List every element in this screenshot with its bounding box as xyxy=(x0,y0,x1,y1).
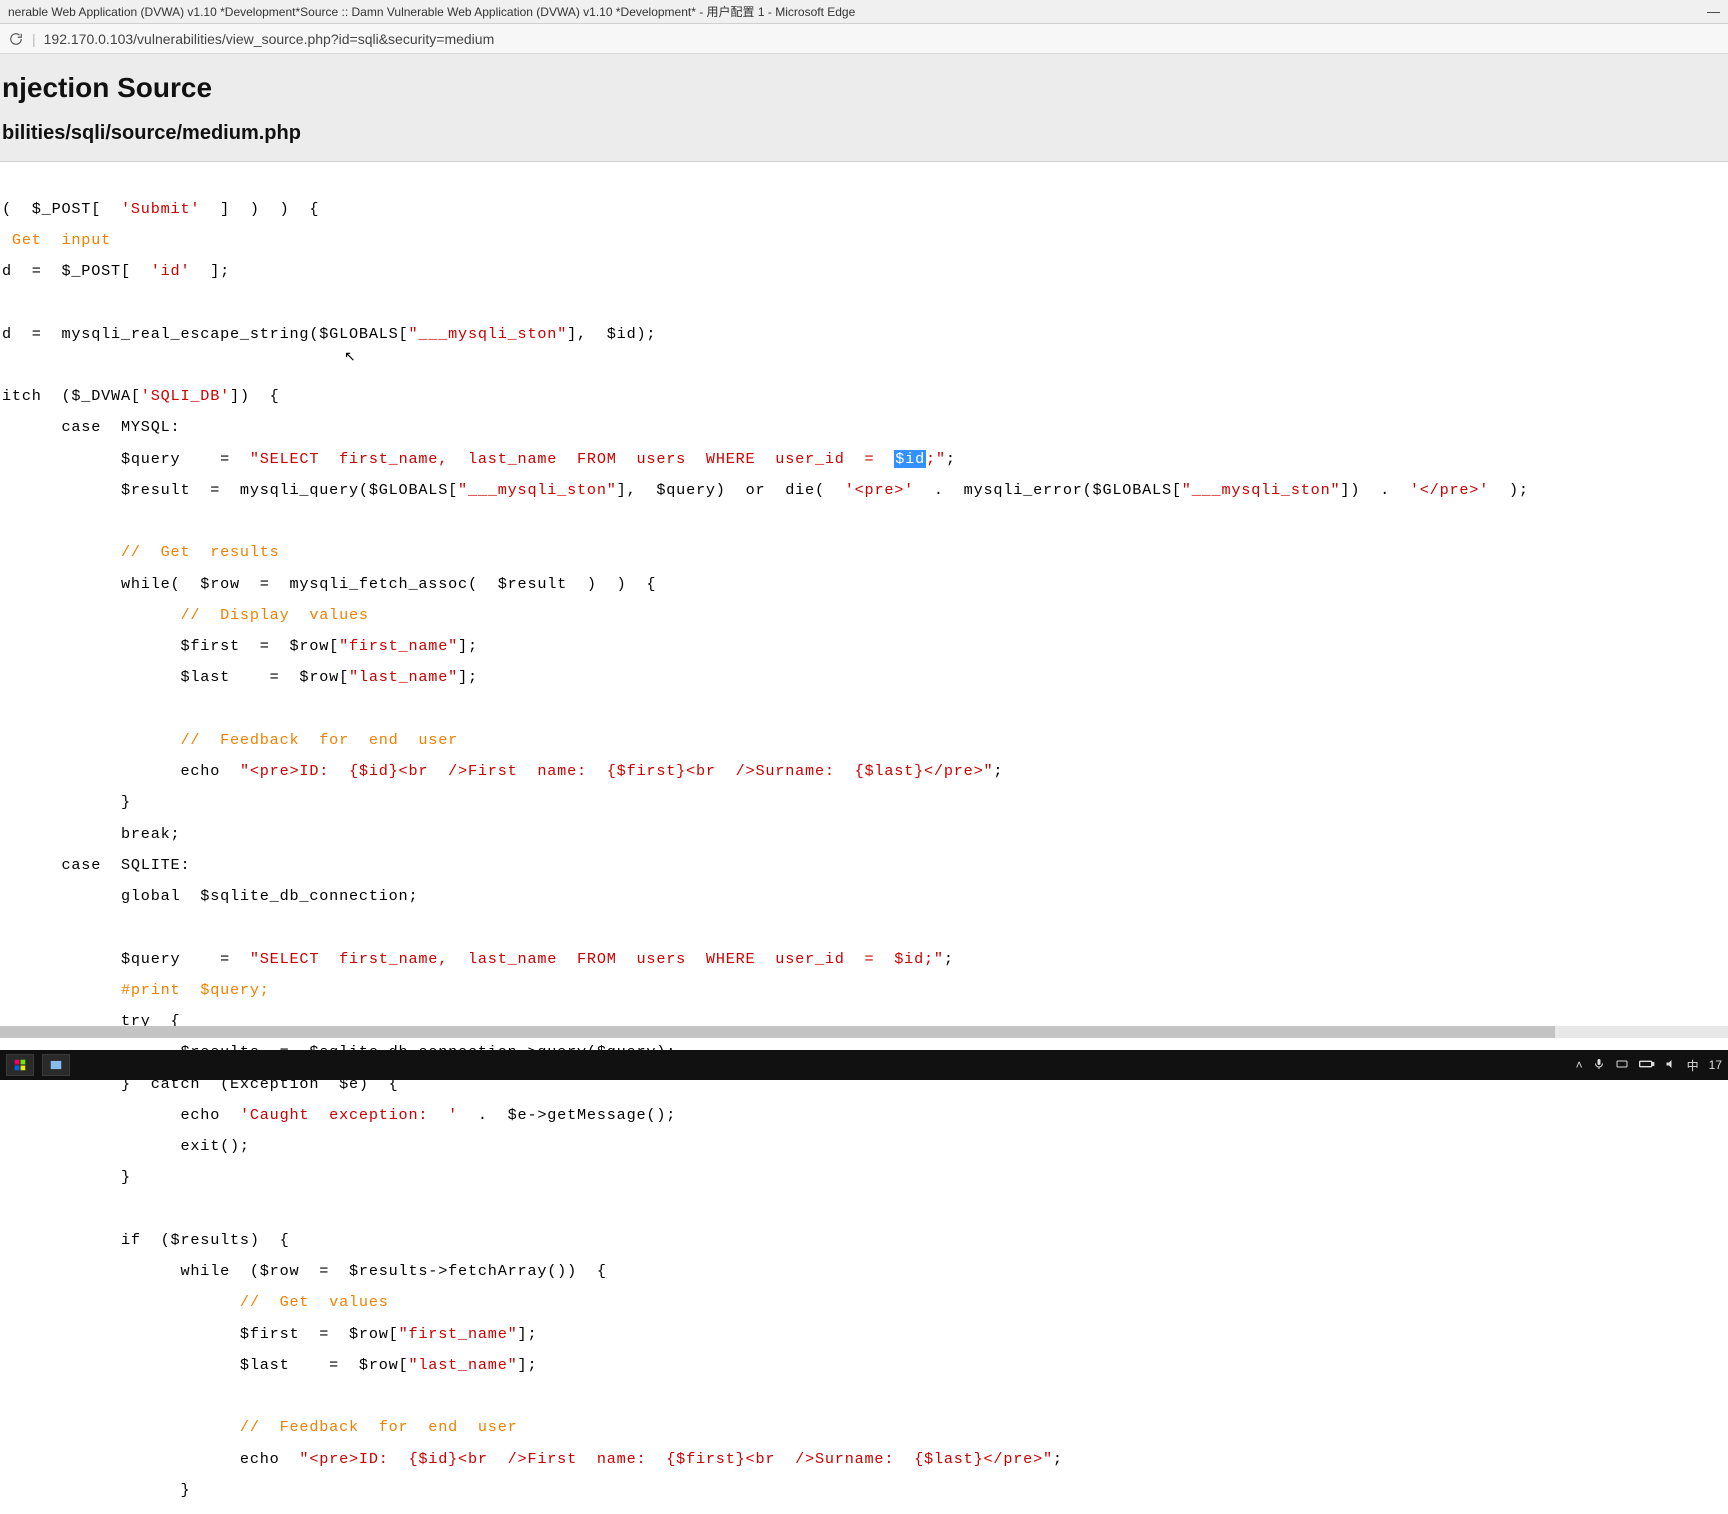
code-token: ]) { xyxy=(230,387,280,405)
code-token: ]; xyxy=(458,637,478,655)
address-separator: | xyxy=(32,31,36,47)
code-token: while ($row = $results->fetchArray()) { xyxy=(2,1262,607,1280)
code-token: echo xyxy=(2,1106,240,1124)
url-display[interactable]: 192.170.0.103/vulnerabilities/view_sourc… xyxy=(44,31,495,47)
code-token: "last_name" xyxy=(408,1356,517,1374)
code-token: "last_name" xyxy=(349,668,458,686)
code-token: $last = $row[ xyxy=(2,1356,408,1374)
code-token: } xyxy=(2,793,131,811)
page-header: njection Source bilities/sqli/source/med… xyxy=(0,54,1728,162)
scrollbar-track xyxy=(0,1026,1728,1038)
code-token: "<pre>ID: {$id}<br />First name: {$first… xyxy=(299,1450,1052,1468)
reload-icon[interactable] xyxy=(8,31,24,47)
code-token: $last = $row[ xyxy=(2,668,349,686)
code-token: 'Submit' xyxy=(121,200,200,218)
code-token: case MYSQL: xyxy=(2,418,180,436)
code-comment: // Feedback for end user xyxy=(2,1418,518,1436)
code-token: ]; xyxy=(458,668,478,686)
code-token: while( $row = mysqli_fetch_assoc( $resul… xyxy=(2,575,656,593)
horizontal-scrollbar[interactable] xyxy=(0,1026,1728,1038)
code-token: '<pre>' xyxy=(845,481,914,499)
taskbar-right: ˄ 中 17 xyxy=(1576,1057,1722,1074)
code-token: "<pre>ID: {$id}<br />First name: {$first… xyxy=(240,762,993,780)
tray-keyboard-icon[interactable] xyxy=(1615,1058,1629,1073)
code-token: break; xyxy=(2,825,180,843)
code-token: 'id' xyxy=(151,262,191,280)
code-token: or xyxy=(746,481,766,499)
code-token: "first_name" xyxy=(399,1325,518,1343)
window-title-bar: nerable Web Application (DVWA) v1.10 *De… xyxy=(0,0,1728,24)
code-comment: // Get values xyxy=(2,1293,389,1311)
code-token: . $e->getMessage(); xyxy=(458,1106,676,1124)
code-comment: // Get results xyxy=(2,543,280,561)
taskbar: ˄ 中 17 xyxy=(0,1050,1728,1080)
code-token: } xyxy=(2,1168,131,1186)
code-token: d = mysqli_real_escape_string($GLOBALS[ xyxy=(2,325,408,343)
code-comment: Get input xyxy=(2,231,111,249)
code-token: "SELECT first_name, last_name FROM users… xyxy=(250,450,894,468)
code-token: d = $_POST[ xyxy=(2,262,151,280)
tray-microphone-icon[interactable] xyxy=(1593,1058,1605,1073)
code-token: $query = xyxy=(2,950,250,968)
tray-chevron-icon[interactable]: ˄ xyxy=(1576,1058,1583,1072)
code-token: "first_name" xyxy=(339,637,458,655)
code-token: 'Caught exception: ' xyxy=(240,1106,458,1124)
code-token: die( xyxy=(765,481,844,499)
page-subtitle-h2: bilities/sqli/source/medium.php xyxy=(2,122,1728,145)
window-minimize-button[interactable]: — xyxy=(1707,4,1720,19)
window-controls: — xyxy=(1707,4,1720,19)
code-token: ]) . xyxy=(1340,481,1409,499)
code-token: $first = $row[ xyxy=(2,637,339,655)
code-token: "___mysqli_ston" xyxy=(408,325,567,343)
scrollbar-thumb[interactable] xyxy=(0,1026,1555,1038)
code-comment: #print $query; xyxy=(2,981,270,999)
code-token: } xyxy=(2,1481,190,1499)
code-token: ] ) ) { xyxy=(200,200,319,218)
source-code[interactable]: ( $_POST[ 'Submit' ] ) ) { Get input d =… xyxy=(0,162,1728,1514)
code-token: global $sqlite_db_connection; xyxy=(2,887,418,905)
code-token: ;" xyxy=(926,450,946,468)
tray-battery-icon[interactable] xyxy=(1639,1058,1655,1072)
code-token: "SELECT first_name, last_name FROM users… xyxy=(250,950,944,968)
code-token: ]; xyxy=(518,1356,538,1374)
code-token: case SQLITE: xyxy=(2,856,190,874)
code-token: ; xyxy=(993,762,1003,780)
code-comment: // Display values xyxy=(2,606,369,624)
code-token: itch ($_DVWA[ xyxy=(2,387,141,405)
address-bar: | 192.170.0.103/vulnerabilities/view_sou… xyxy=(0,24,1728,54)
code-token: $query = xyxy=(2,450,250,468)
code-token: ; xyxy=(944,950,954,968)
code-token: exit(); xyxy=(2,1137,250,1155)
selected-text: $id xyxy=(894,450,926,468)
code-token: ]; xyxy=(190,262,230,280)
window-title: nerable Web Application (DVWA) v1.10 *De… xyxy=(8,3,855,20)
tray-ime-indicator[interactable]: 中 xyxy=(1687,1057,1699,1074)
code-token: '</pre>' xyxy=(1410,481,1489,499)
taskbar-left xyxy=(6,1054,70,1076)
code-token: "___mysqli_ston" xyxy=(458,481,617,499)
tray-time[interactable]: 17 xyxy=(1709,1058,1722,1072)
taskbar-app-icon[interactable] xyxy=(42,1054,70,1076)
code-token: echo xyxy=(2,1450,299,1468)
code-token: echo xyxy=(2,762,240,780)
code-token: ; xyxy=(1053,1450,1063,1468)
code-token: $result = mysqli_query($GLOBALS[ xyxy=(2,481,458,499)
code-token: $first = $row[ xyxy=(2,1325,399,1343)
code-token: "___mysqli_ston" xyxy=(1182,481,1341,499)
code-token: ]; xyxy=(518,1325,538,1343)
code-token: ], $id); xyxy=(567,325,656,343)
code-token: ( $_POST[ xyxy=(2,200,121,218)
code-comment: // Feedback for end user xyxy=(2,731,458,749)
taskbar-app-icon[interactable] xyxy=(6,1054,34,1076)
code-token: ], $query) xyxy=(617,481,746,499)
page-title-h1: njection Source xyxy=(2,72,1728,104)
tray-volume-icon[interactable] xyxy=(1665,1058,1677,1073)
code-token: ; xyxy=(946,450,956,468)
code-token: 'SQLI_DB' xyxy=(141,387,230,405)
code-token: if ($results) { xyxy=(2,1231,290,1249)
code-token: . mysqli_error($GLOBALS[ xyxy=(914,481,1182,499)
code-token: ); xyxy=(1489,481,1529,499)
